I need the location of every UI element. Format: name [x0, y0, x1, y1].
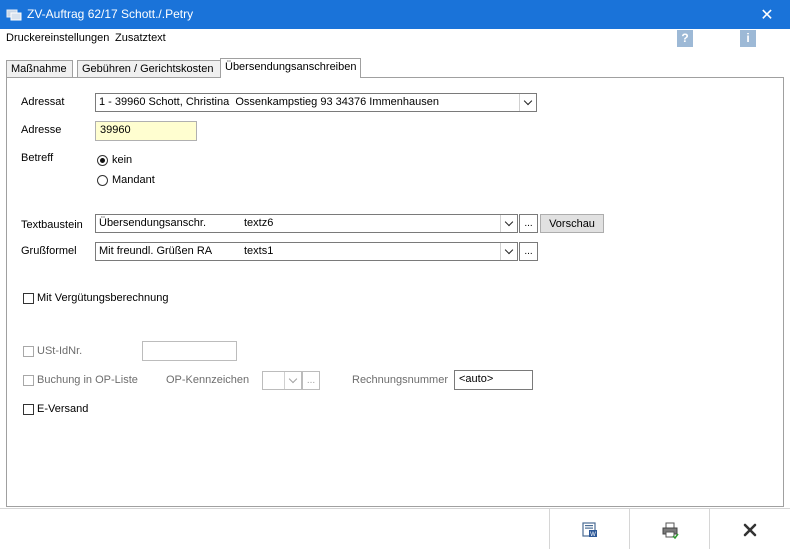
- grussformel-code: texts1: [244, 245, 274, 257]
- close-button[interactable]: [709, 509, 789, 549]
- help-icon[interactable]: ?: [677, 30, 693, 47]
- ustid-checkbox[interactable]: [23, 346, 34, 357]
- tab-gebuehren[interactable]: Gebühren / Gerichtskosten: [77, 60, 221, 77]
- word-export-icon: W: [581, 521, 597, 538]
- ustid-input[interactable]: [142, 341, 237, 361]
- eversand-checkbox[interactable]: [23, 404, 34, 415]
- textbaustein-name: Übersendungsanschr.: [99, 217, 207, 229]
- info-icon[interactable]: i: [740, 30, 756, 47]
- menu-zusatztext[interactable]: Zusatztext: [115, 32, 166, 44]
- tab-panel: Adressat 1 - 39960 Schott, Christina Oss…: [6, 77, 784, 507]
- verguetung-label: Mit Vergütungsberechnung: [37, 292, 169, 304]
- adresse-label: Adresse: [21, 124, 62, 136]
- menu-bar: Druckereinstellungen Zusatztext ? i: [0, 29, 790, 49]
- print-icon: [662, 522, 679, 539]
- word-export-button[interactable]: W: [549, 509, 629, 549]
- chevron-down-icon[interactable]: [284, 372, 301, 389]
- verguetung-checkbox[interactable]: [23, 293, 34, 304]
- tab-uebersendungsanschreiben[interactable]: Übersendungsanschreiben: [220, 58, 361, 78]
- textbaustein-browse-button[interactable]: ...: [519, 214, 538, 233]
- window-title: ZV-Auftrag 62/17 Schott./.Petry: [27, 7, 194, 21]
- print-button[interactable]: [629, 509, 709, 549]
- grussformel-combo[interactable]: Mit freundl. Grüßen RA texts1: [95, 242, 518, 261]
- betreff-kein-radio[interactable]: [97, 155, 108, 166]
- betreff-mandant-radio[interactable]: [97, 175, 108, 186]
- svg-text:W: W: [590, 532, 596, 538]
- chevron-down-icon[interactable]: [500, 215, 517, 232]
- grussformel-label: Grußformel: [21, 245, 77, 257]
- close-icon: [743, 523, 756, 536]
- rechnungsnummer-label: Rechnungsnummer: [352, 374, 448, 386]
- rechnungsnummer-input[interactable]: <auto>: [454, 370, 533, 390]
- textbaustein-combo[interactable]: Übersendungsanschr. textz6: [95, 214, 518, 233]
- op-kennzeichen-browse-button[interactable]: ...: [302, 371, 320, 390]
- textbaustein-code: textz6: [244, 217, 274, 229]
- buchung-checkbox[interactable]: [23, 375, 34, 386]
- chevron-down-icon[interactable]: [500, 243, 517, 260]
- adressat-value: 1 - 39960 Schott, Christina Ossenkampsti…: [99, 96, 439, 108]
- betreff-kein-label: kein: [112, 154, 133, 166]
- op-kennzeichen-label: OP-Kennzeichen: [166, 374, 250, 386]
- buchung-label: Buchung in OP-Liste: [37, 374, 138, 386]
- op-kennzeichen-combo[interactable]: [262, 371, 302, 390]
- chevron-down-icon[interactable]: [519, 94, 536, 111]
- vorschau-button[interactable]: Vorschau: [540, 214, 604, 233]
- title-bar: ZV-Auftrag 62/17 Schott./.Petry ✕: [0, 0, 790, 29]
- ustid-label: USt-IdNr.: [37, 345, 83, 357]
- eversand-label: E-Versand: [37, 403, 89, 415]
- adresse-input[interactable]: 39960: [95, 121, 197, 141]
- app-icon: [6, 9, 22, 21]
- tab-massnahme[interactable]: Maßnahme: [6, 60, 73, 77]
- betreff-label: Betreff: [21, 152, 54, 164]
- bottom-toolbar: W: [0, 508, 790, 549]
- window-close-button[interactable]: ✕: [744, 0, 790, 29]
- adressat-label: Adressat: [21, 96, 65, 108]
- grussformel-name: Mit freundl. Grüßen RA: [99, 245, 213, 257]
- betreff-mandant-label: Mandant: [112, 174, 155, 186]
- textbaustein-label: Textbaustein: [21, 219, 83, 231]
- grussformel-browse-button[interactable]: ...: [519, 242, 538, 261]
- adressat-combo[interactable]: 1 - 39960 Schott, Christina Ossenkampsti…: [95, 93, 537, 112]
- close-icon: ✕: [760, 6, 774, 24]
- menu-druckereinstellungen[interactable]: Druckereinstellungen: [6, 32, 109, 44]
